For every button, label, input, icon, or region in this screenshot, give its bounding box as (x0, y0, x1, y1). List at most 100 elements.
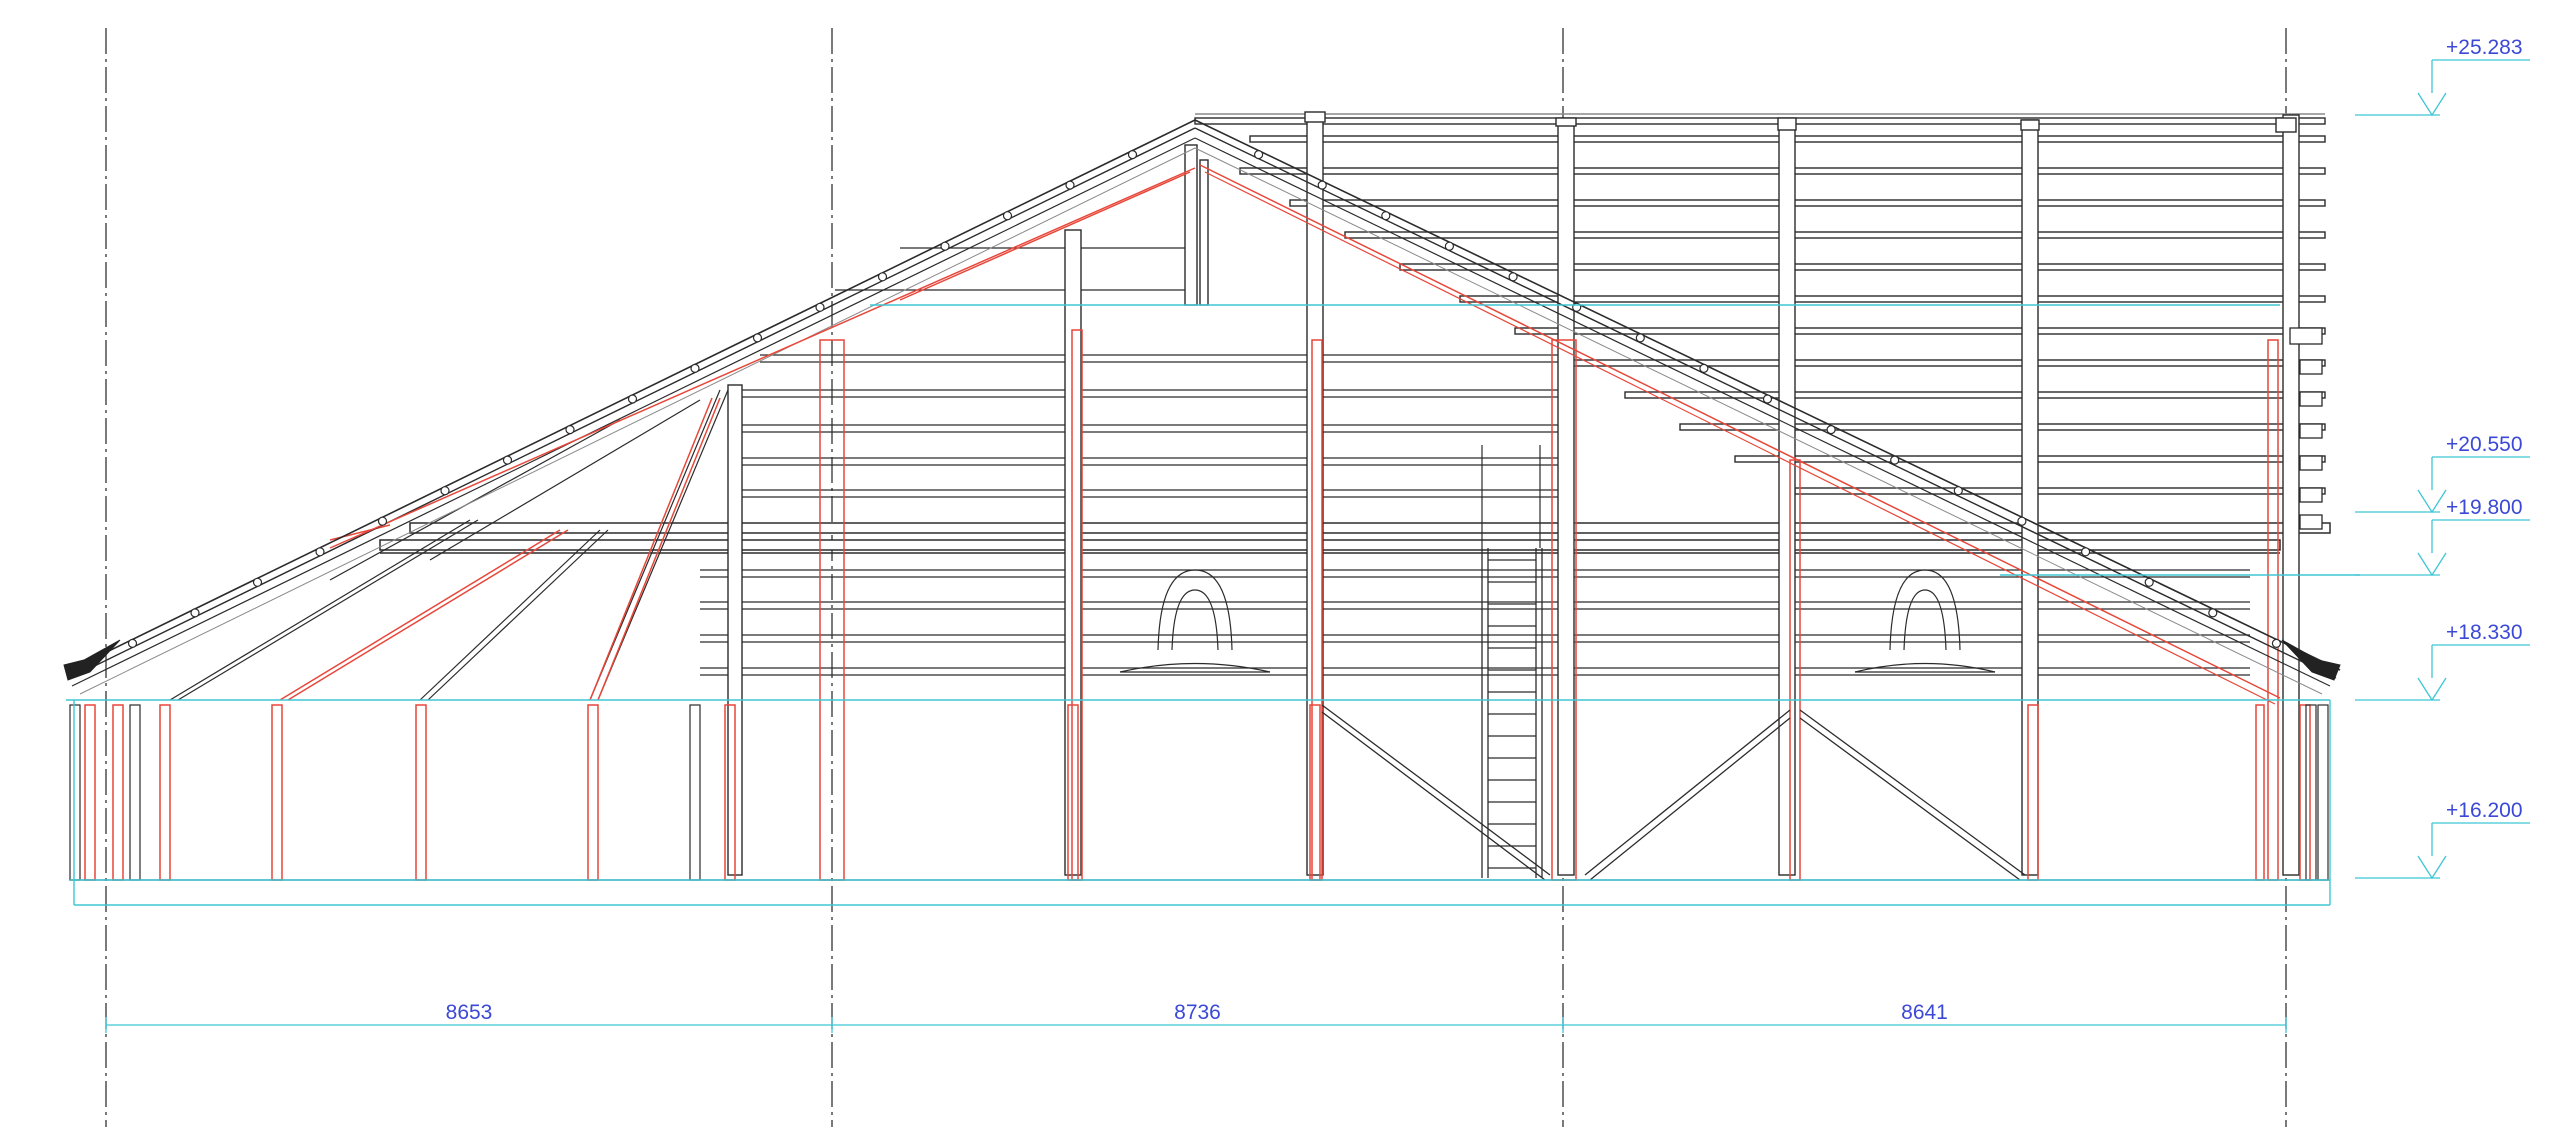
brace (1799, 717, 2021, 881)
red-post (159, 704, 171, 881)
roof-line (1194, 137, 2331, 687)
brace (1321, 704, 1551, 876)
ladder (1481, 548, 1543, 878)
elevation-label: +19.800 (2446, 496, 2523, 519)
purlin (190, 608, 200, 618)
elevation-label: +20.550 (2446, 433, 2523, 456)
elevation-arrow (2417, 552, 2447, 577)
purlin (127, 638, 138, 649)
red-post (112, 704, 124, 881)
purlin (752, 333, 763, 343)
wall-rail (1194, 117, 2326, 125)
end-block (2289, 327, 2323, 345)
post (2282, 114, 2300, 876)
purlin (565, 425, 575, 435)
wall-rail (1289, 199, 2326, 207)
dome-ornament (1903, 589, 1947, 651)
roof-red-line (899, 171, 1191, 301)
roof-right (1194, 119, 2341, 705)
purlin (627, 394, 638, 404)
brace (1321, 711, 1546, 881)
post-cap (2275, 117, 2297, 133)
purlin (1508, 272, 1518, 282)
wall-rail (1514, 327, 2326, 335)
purlin (1890, 455, 1900, 465)
dimension-label: 8653 (446, 1001, 493, 1024)
dimension-label: 8641 (1901, 1001, 1948, 1024)
purlin (2271, 638, 2281, 649)
guide-lines (66, 304, 2360, 906)
end-block (2299, 391, 2323, 407)
purlin (2017, 516, 2027, 526)
dome-ornament (1157, 569, 1233, 651)
purlin (2208, 608, 2218, 618)
elevation-marker: +18.330 (2355, 621, 2530, 702)
roof-line (71, 137, 1196, 687)
dome-ornament (1889, 569, 1961, 651)
elevation-marker: +25.283 (2355, 36, 2530, 117)
roof-line (79, 147, 1196, 695)
web-member (429, 399, 701, 561)
purlin (1635, 333, 1645, 343)
ground-post (689, 704, 701, 881)
brace (1589, 717, 1791, 881)
back-wall-rails (1194, 113, 2326, 495)
post-cap (1304, 111, 1326, 123)
building-section-drawing: +25.283 +20.550 +19.800 +18.330 +16.200 8653… (63, 28, 2530, 1127)
wall-rail (1399, 263, 2326, 271)
post-cap (2020, 119, 2040, 131)
ground-post (129, 704, 141, 881)
purlin (1381, 211, 1391, 221)
purlin (1953, 486, 1963, 496)
end-block (2299, 487, 2323, 503)
end-block (2299, 423, 2323, 439)
elevation-label: +18.330 (2446, 621, 2523, 644)
purlin (1699, 363, 1709, 373)
post (1778, 119, 1796, 876)
wall-rail (1459, 295, 2326, 303)
purlin (502, 455, 513, 465)
ground-posts (69, 704, 2330, 881)
elevation-label: +16.200 (2446, 799, 2523, 822)
tie-beam-main (409, 522, 2331, 534)
purlin (690, 363, 700, 373)
purlin (1762, 394, 1773, 404)
wall-rail (1794, 487, 2326, 495)
web-member (177, 519, 479, 701)
elevation-arrow (2417, 92, 2447, 117)
web-member (419, 529, 601, 701)
eave-left (63, 639, 121, 681)
purlin (1065, 180, 1075, 190)
elevation-arrow (2417, 855, 2447, 880)
end-block (2299, 359, 2323, 375)
red-post (84, 704, 96, 881)
ground-post (69, 704, 81, 881)
elevation-arrow (2417, 677, 2447, 702)
red-web-member (287, 529, 569, 701)
red-post (415, 704, 427, 881)
post-cap (1777, 117, 1797, 131)
red-post (2255, 704, 2265, 881)
roof-red-line (1204, 171, 2276, 705)
red-post (271, 704, 283, 881)
purlin (815, 302, 825, 312)
purlin (1826, 425, 1836, 435)
ground-post (2305, 704, 2317, 881)
purlin (1317, 180, 1327, 190)
elevation-label: +25.283 (2446, 36, 2523, 59)
brace (1584, 709, 1791, 876)
elevation-markers: +25.283 +20.550 +19.800 +18.330 +16.200 (2355, 36, 2530, 880)
roof-line (1194, 147, 2323, 695)
purlin (1253, 150, 1264, 160)
red-post (2299, 704, 2311, 881)
web-member (329, 419, 621, 581)
post (2021, 119, 2039, 876)
post-cap (1555, 117, 1577, 127)
purlin (877, 272, 888, 282)
roof-left (63, 119, 1196, 695)
post (1557, 119, 1575, 876)
brace (1799, 709, 2026, 876)
purlin (2081, 547, 2091, 557)
wall-rail (1624, 391, 2326, 399)
elevation-marker: +19.800 (2355, 496, 2530, 577)
